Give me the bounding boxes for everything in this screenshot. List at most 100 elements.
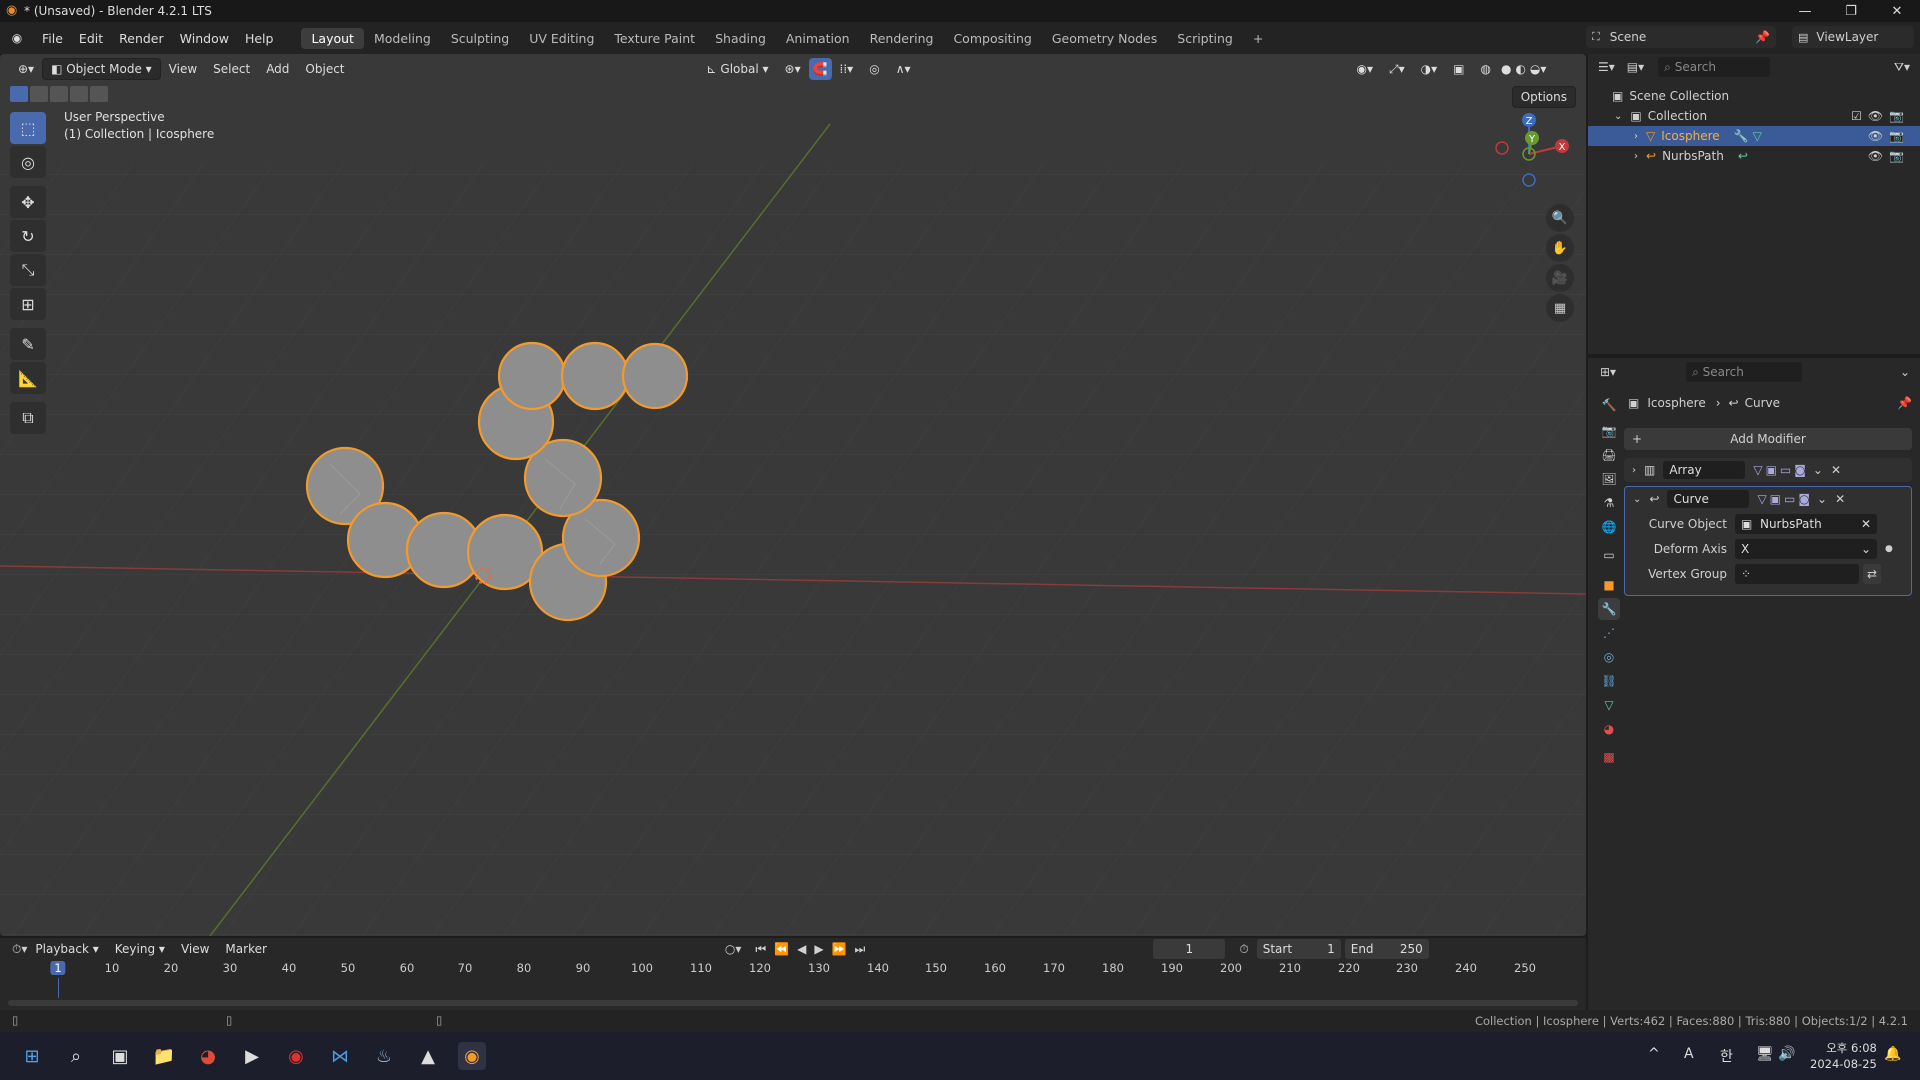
- proportional-edit-icon[interactable]: ◎: [861, 58, 887, 80]
- pan-hand-icon[interactable]: ✋: [1546, 234, 1574, 262]
- select-intersect-icon[interactable]: [90, 86, 108, 102]
- editor-type-icon[interactable]: ⊕▾: [10, 58, 42, 80]
- move-tool-icon[interactable]: ✥: [10, 186, 46, 218]
- windows-start-icon[interactable]: ⊞: [18, 1042, 46, 1070]
- collection-tab-icon[interactable]: ▭: [1598, 544, 1620, 566]
- close-icon[interactable]: ✕: [1831, 463, 1841, 477]
- texture-tab-icon[interactable]: ▩: [1598, 746, 1620, 768]
- tab-geometry-nodes[interactable]: Geometry Nodes: [1042, 28, 1167, 49]
- tab-texture-paint[interactable]: Texture Paint: [604, 28, 705, 49]
- clear-icon[interactable]: ✕: [1861, 517, 1871, 531]
- outliner-row-nurbspath[interactable]: › ↩ NurbsPath ↩ 👁📷: [1588, 146, 1920, 166]
- minimize-button[interactable]: —: [1782, 0, 1828, 22]
- modifier-wrench-icon[interactable]: 🔧: [1734, 129, 1749, 143]
- close-icon[interactable]: ✕: [1835, 492, 1845, 506]
- add-cube-tool-icon[interactable]: ⧉: [10, 402, 46, 434]
- solid-shading-icon[interactable]: ●: [1499, 58, 1513, 80]
- icosphere-visibility-icons[interactable]: 👁📷: [1868, 129, 1910, 143]
- material-tab-icon[interactable]: ◕: [1598, 718, 1620, 740]
- mesh-data-icon[interactable]: ▽: [1753, 129, 1762, 143]
- curve-toggle-icons[interactable]: ▽▣▭◙: [1757, 492, 1813, 506]
- chevron-right-icon[interactable]: ›: [1634, 131, 1638, 142]
- curve-object-field[interactable]: ▣ NurbsPath ✕: [1735, 513, 1877, 534]
- notification-bell-icon[interactable]: 🔔: [1884, 1046, 1901, 1062]
- tab-layout[interactable]: Layout: [301, 27, 364, 49]
- select-new-icon[interactable]: [10, 86, 28, 102]
- menu-help[interactable]: Help: [237, 31, 282, 46]
- blender-taskbar-icon[interactable]: ◉: [458, 1042, 486, 1070]
- taskbar-search-icon[interactable]: ⌕: [62, 1042, 90, 1070]
- menu-view[interactable]: View: [161, 58, 205, 80]
- tab-compositing[interactable]: Compositing: [943, 28, 1041, 49]
- chevron-down-icon[interactable]: ⌄: [1614, 111, 1622, 122]
- collection-visibility-icons[interactable]: ☑👁📷: [1851, 109, 1910, 123]
- tool-tab-icon[interactable]: 🔨: [1598, 394, 1620, 416]
- curve-data-icon[interactable]: ↩: [1738, 149, 1748, 163]
- rotate-tool-icon[interactable]: ↻: [10, 220, 46, 252]
- menu-render[interactable]: Render: [111, 31, 172, 46]
- select-invert-icon[interactable]: [70, 86, 88, 102]
- vscode-icon[interactable]: ⋈: [326, 1042, 354, 1070]
- wireframe-shading-icon[interactable]: ◍: [1472, 58, 1498, 80]
- keyframe-dot-icon[interactable]: ●: [1885, 544, 1893, 554]
- blender-menu-icon[interactable]: ◉: [0, 31, 34, 45]
- invert-icon[interactable]: ⇄: [1863, 563, 1881, 584]
- select-box-tool-icon[interactable]: ⬚: [10, 112, 46, 144]
- snap-icon[interactable]: 🧲: [808, 58, 832, 80]
- visibility-icon[interactable]: ◉▾: [1349, 58, 1382, 80]
- add-modifier-button[interactable]: + Add Modifier: [1624, 428, 1912, 450]
- menu-object[interactable]: Object: [297, 58, 352, 80]
- transform-orientation-dropdown[interactable]: ⊾ Global ▾: [699, 58, 777, 80]
- constraints-tab-icon[interactable]: ⛓: [1598, 670, 1620, 692]
- modifier-tab-icon[interactable]: 🔧: [1598, 598, 1620, 620]
- select-subtract-icon[interactable]: [50, 86, 68, 102]
- scale-tool-icon[interactable]: ⤡: [10, 254, 46, 286]
- menu-window[interactable]: Window: [172, 31, 237, 46]
- menu-file[interactable]: File: [34, 31, 71, 46]
- menu-edit[interactable]: Edit: [71, 31, 111, 46]
- tab-modeling[interactable]: Modeling: [364, 28, 441, 49]
- scene-selector[interactable]: ⛶ Scene 📌: [1586, 26, 1776, 48]
- gizmo-toggle-icon[interactable]: ⤢▾: [1381, 58, 1413, 80]
- modifier-curve-header[interactable]: ⌄ ↩ Curve ▽▣▭◙ ⌄ ✕: [1625, 487, 1911, 511]
- select-extend-icon[interactable]: [30, 86, 48, 102]
- ime-language-indicator[interactable]: 한: [1720, 1046, 1733, 1066]
- tab-sculpting[interactable]: Sculpting: [441, 28, 519, 49]
- measure-tool-icon[interactable]: 📐: [10, 362, 46, 394]
- object-tab-icon[interactable]: ■: [1598, 574, 1620, 596]
- tray-chevron-icon[interactable]: ^: [1648, 1046, 1660, 1062]
- world-tab-icon[interactable]: 🌐: [1598, 516, 1620, 538]
- outliner-row-collection[interactable]: ⌄ ▣ Collection ☑👁📷: [1588, 106, 1920, 126]
- scene-tab-icon[interactable]: ⚗: [1598, 492, 1620, 514]
- 3d-viewport[interactable]: ⊕▾ ◧ Object Mode ▾ View Select Add Objec…: [0, 54, 1586, 936]
- curve-name-field[interactable]: Curve: [1667, 490, 1750, 508]
- nurbspath-visibility-icons[interactable]: 👁📷: [1868, 149, 1910, 163]
- playhead-frame-label[interactable]: 1: [50, 961, 66, 975]
- cursor-tool-icon[interactable]: ◎: [10, 146, 46, 178]
- menu-select[interactable]: Select: [205, 58, 258, 80]
- chrome-icon[interactable]: ◕: [194, 1042, 222, 1070]
- chevron-down-icon[interactable]: ⌄: [1633, 494, 1641, 505]
- material-shading-icon[interactable]: ◐: [1513, 58, 1527, 80]
- array-name-field[interactable]: Array: [1663, 461, 1746, 479]
- pivot-icon[interactable]: ⊛▾: [777, 58, 809, 80]
- rendered-shading-icon[interactable]: ◒▾: [1528, 58, 1549, 80]
- tab-animation[interactable]: Animation: [776, 28, 860, 49]
- volume-icon[interactable]: 🔊: [1778, 1046, 1795, 1062]
- playhead-line[interactable]: [58, 978, 59, 998]
- particles-tab-icon[interactable]: ⋰: [1598, 622, 1620, 644]
- modifier-array-header[interactable]: › ▥ Array ▽▣▭◙ ⌄ ✕: [1624, 458, 1912, 482]
- filter-icon[interactable]: ⛛▾: [1894, 60, 1910, 75]
- chevron-right-icon[interactable]: ›: [1634, 151, 1638, 162]
- snap-target-icon[interactable]: ⁞⁞▾: [832, 58, 862, 80]
- falloff-icon[interactable]: ∧▾: [888, 58, 919, 80]
- outliner-row-scene-collection[interactable]: ▣ Scene Collection: [1588, 86, 1920, 106]
- chevron-down-icon[interactable]: ⌄: [1817, 492, 1827, 506]
- close-button[interactable]: ✕: [1874, 0, 1920, 22]
- steam-icon[interactable]: ♨: [370, 1042, 398, 1070]
- clock[interactable]: 오후 6:08 2024-08-25: [1810, 1040, 1877, 1072]
- annotate-tool-icon[interactable]: ✎: [10, 328, 46, 360]
- array-toggle-icons[interactable]: ▽▣▭◙: [1753, 463, 1809, 477]
- chevron-down-icon[interactable]: ⌄: [1813, 463, 1823, 477]
- overlay-icon[interactable]: ◑▾: [1413, 58, 1446, 80]
